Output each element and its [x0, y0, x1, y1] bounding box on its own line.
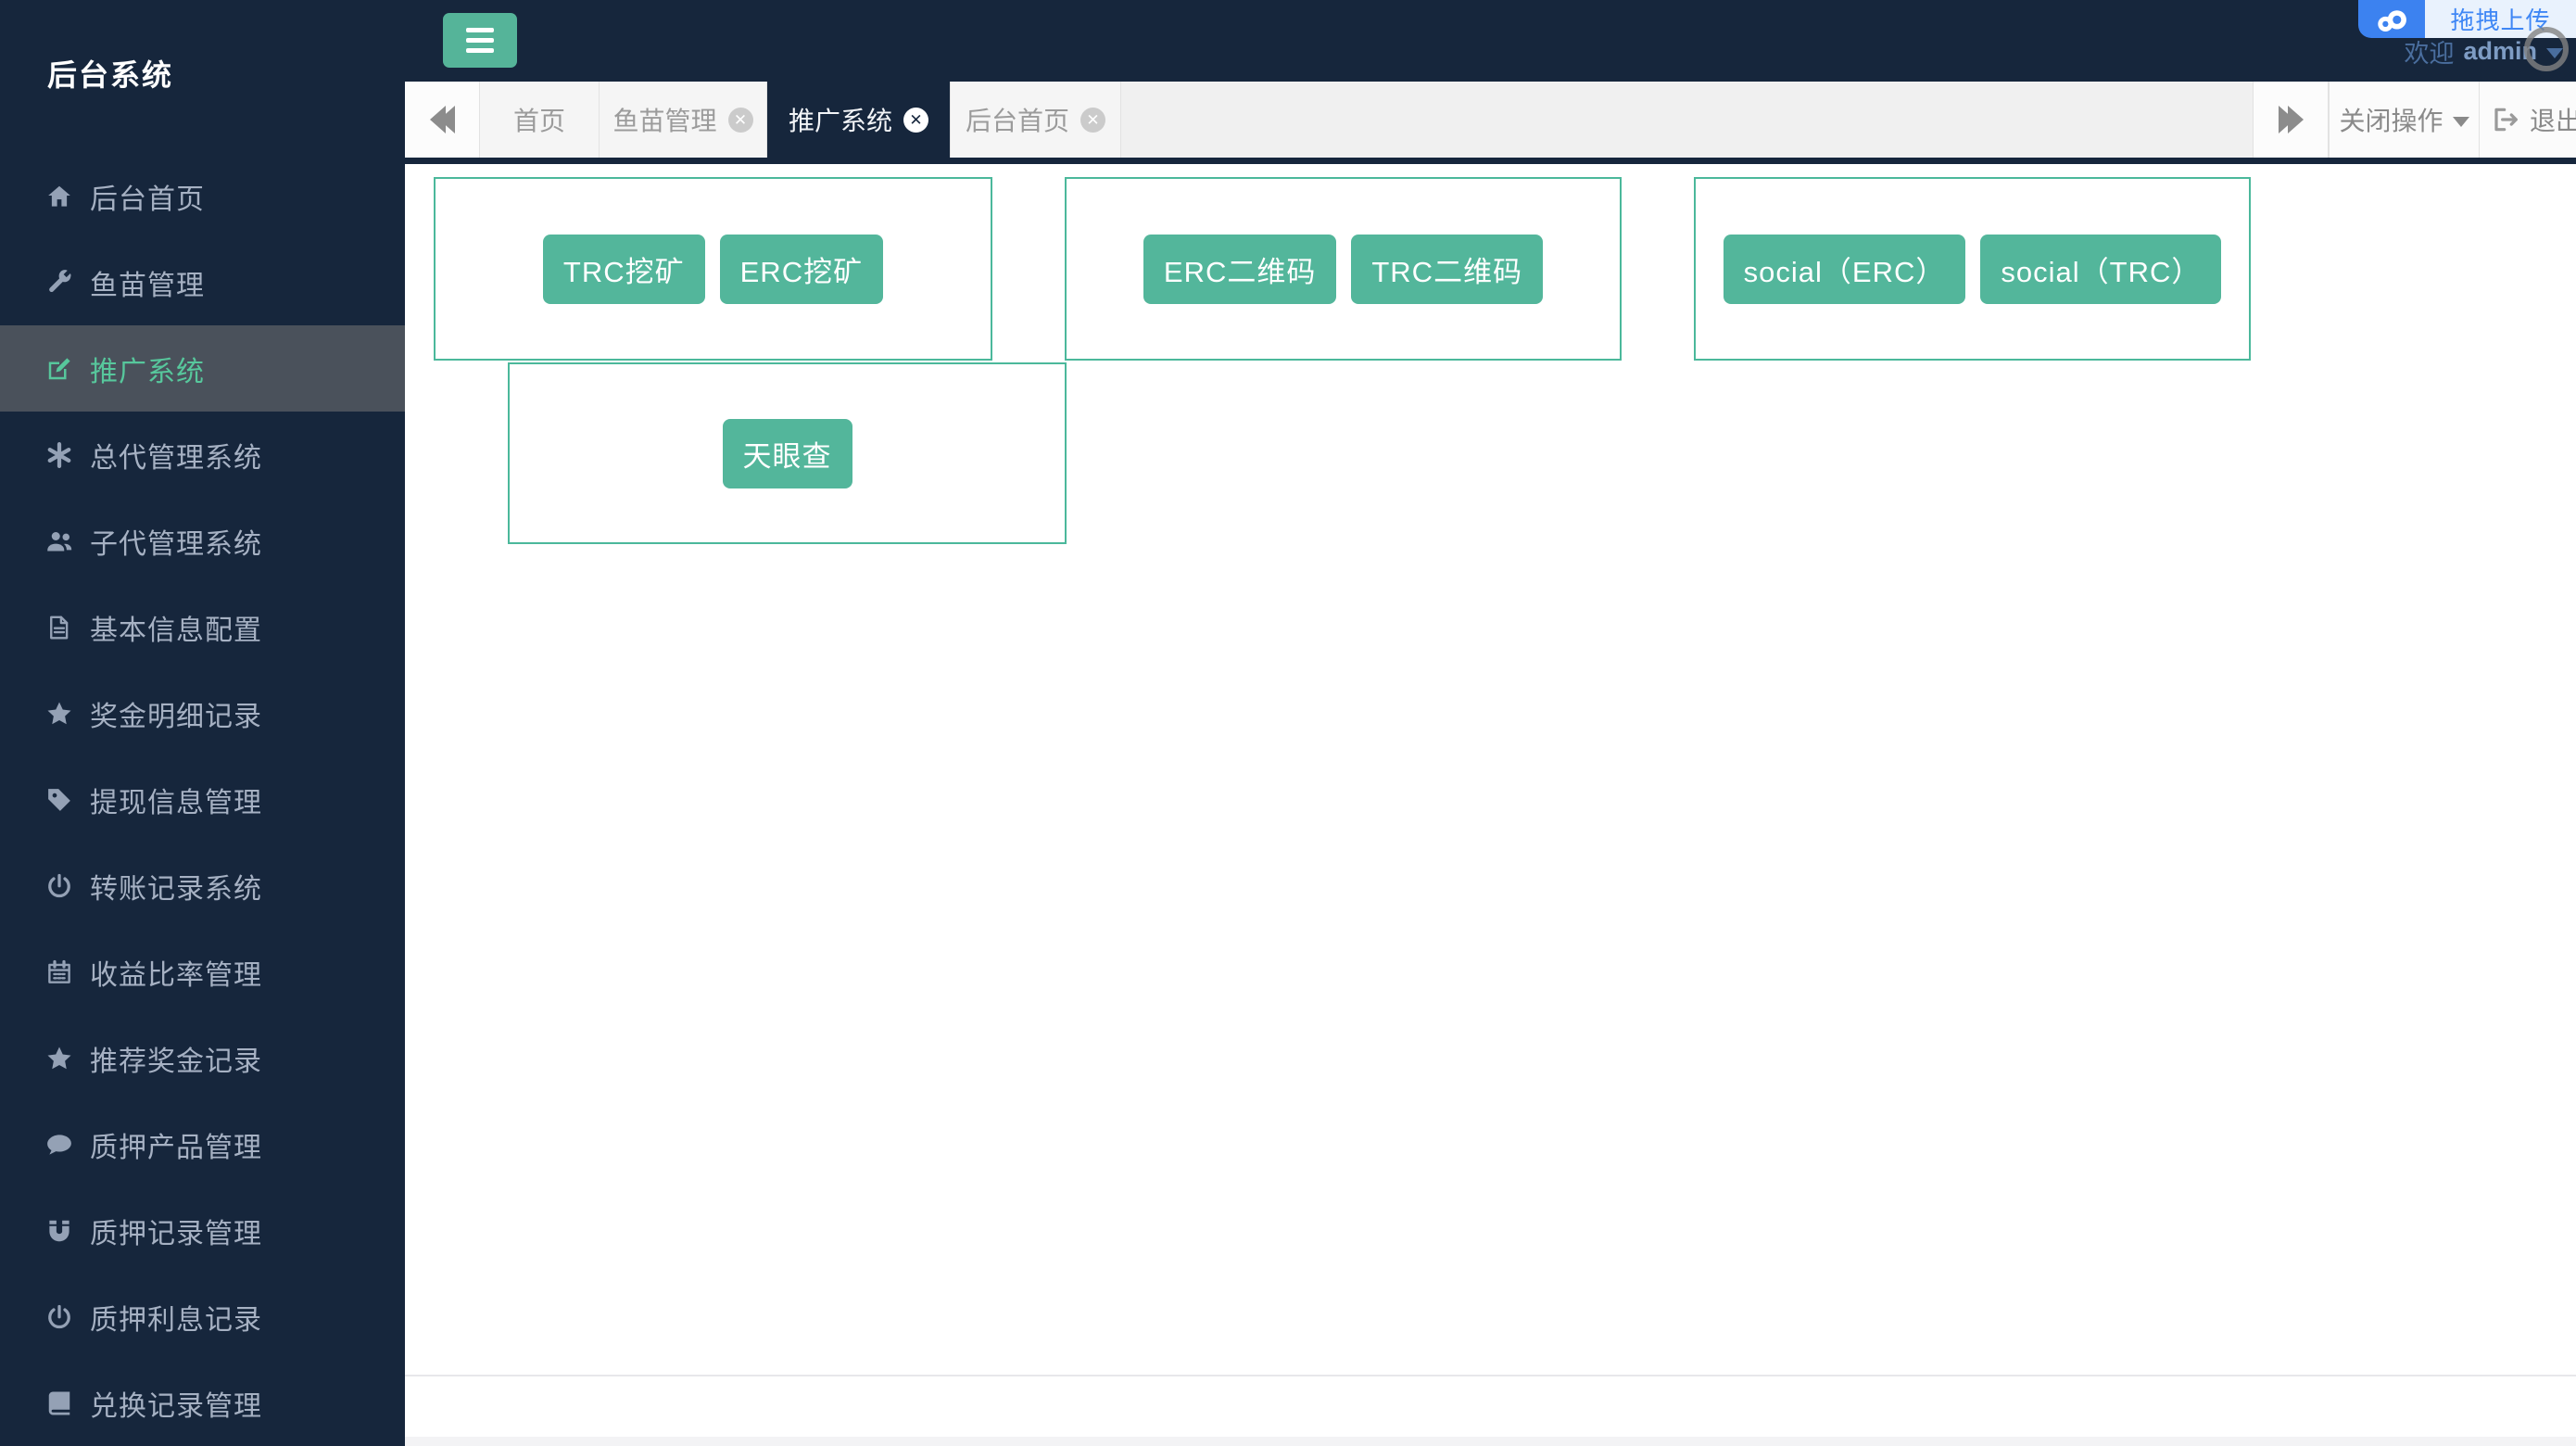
- sidebar-item-pledge-interest[interactable]: 质押利息记录: [0, 1274, 405, 1360]
- tab-backend-home[interactable]: 后台首页 ✕: [951, 82, 1121, 158]
- mining-group-box: TRC挖矿 ERC挖矿: [434, 177, 992, 361]
- bottom-strip: [405, 1437, 2576, 1446]
- book-icon: [45, 1389, 73, 1417]
- sidebar-item-label: 子代管理系统: [90, 528, 262, 560]
- edit-icon: [45, 355, 73, 383]
- sidebar-item-label: 鱼苗管理: [90, 270, 205, 301]
- sidebar-item-label: 兑换记录管理: [90, 1390, 262, 1422]
- sidebar-item-sub-agent-system[interactable]: 子代管理系统: [0, 498, 405, 584]
- qrcode-group-box: ERC二维码 TRC二维码: [1065, 177, 1622, 361]
- button-social-erc[interactable]: social（ERC）: [1723, 234, 1966, 304]
- sidebar-item-withdrawal-info[interactable]: 提现信息管理: [0, 756, 405, 843]
- star-icon: [45, 700, 73, 728]
- baidu-cloud-icon[interactable]: [2358, 0, 2425, 38]
- tab-home[interactable]: 首页: [480, 82, 600, 158]
- logout-label: 退出: [2530, 107, 2576, 135]
- sign-out-icon: [2491, 105, 2520, 134]
- sidebar-item-basic-info-config[interactable]: 基本信息配置: [0, 584, 405, 670]
- sidebar-item-transfer-records[interactable]: 转账记录系统: [0, 843, 405, 929]
- sidebar-item-label: 质押产品管理: [90, 1132, 262, 1163]
- content-area: TRC挖矿 ERC挖矿 ERC二维码 TRC二维码 social（ERC） so…: [405, 164, 2576, 1446]
- close-tab-icon[interactable]: ✕: [1080, 107, 1105, 133]
- close-tab-icon[interactable]: ✕: [727, 107, 753, 133]
- close-tab-icon[interactable]: ✕: [903, 107, 928, 133]
- sidebar-item-pledge-records[interactable]: 质押记录管理: [0, 1187, 405, 1274]
- home-icon: [45, 183, 73, 210]
- tab-label: 首页: [512, 107, 565, 135]
- magnet-icon: [45, 1217, 73, 1245]
- sidebar-item-label: 转账记录系统: [90, 873, 262, 905]
- sidebar-item-label: 总代管理系统: [90, 442, 262, 474]
- sidebar-item-label: 推荐奖金记录: [90, 1046, 262, 1077]
- sidebar-item-label: 提现信息管理: [90, 787, 262, 818]
- power-icon: [45, 1303, 73, 1331]
- button-erc-qrcode[interactable]: ERC二维码: [1143, 234, 1337, 304]
- button-erc-mining[interactable]: ERC挖矿: [719, 234, 884, 304]
- tab-promotion-system[interactable]: 推广系统 ✕: [767, 82, 951, 158]
- tianyancha-group-box: 天眼查: [508, 362, 1067, 544]
- sidebar-item-referral-bonus[interactable]: 推荐奖金记录: [0, 1015, 405, 1101]
- tab-label: 推广系统: [788, 107, 892, 135]
- tag-icon: [45, 786, 73, 814]
- sidebar-item-label: 后台首页: [90, 184, 205, 215]
- sidebar-item-label: 推广系统: [90, 356, 205, 387]
- chevron-down-icon: [2452, 116, 2469, 127]
- sidebar-item-fish-management[interactable]: 鱼苗管理: [0, 239, 405, 325]
- sidebar-item-label: 收益比率管理: [90, 959, 262, 991]
- sidebar-item-label: 质押记录管理: [90, 1218, 262, 1249]
- sidebar-item-pledge-products[interactable]: 质押产品管理: [0, 1101, 405, 1187]
- users-icon: [45, 527, 73, 555]
- tabs-scroll-left-button[interactable]: [405, 82, 480, 158]
- logout-button[interactable]: 退出: [2479, 82, 2576, 158]
- asterisk-icon: [45, 441, 73, 469]
- sidebar-item-bonus-detail-records[interactable]: 奖金明细记录: [0, 670, 405, 756]
- button-trc-qrcode[interactable]: TRC二维码: [1351, 234, 1544, 304]
- tab-bar: 首页 鱼苗管理 ✕ 推广系统 ✕ 后台首页 ✕ 关闭操作 退出: [405, 82, 2576, 164]
- sidebar-item-exchange-records[interactable]: 兑换记录管理: [0, 1360, 405, 1446]
- social-group-box: social（ERC） social（TRC）: [1694, 177, 2251, 361]
- hamburger-icon: [466, 28, 494, 32]
- tabbar-filler: [1121, 82, 2253, 158]
- button-social-trc[interactable]: social（TRC）: [1980, 234, 2222, 304]
- sidebar-item-promotion-system[interactable]: 推广系统: [0, 325, 405, 412]
- hamburger-menu-button[interactable]: [443, 13, 517, 68]
- close-actions-dropdown[interactable]: 关闭操作: [2329, 82, 2479, 158]
- calendar-icon: [45, 958, 73, 986]
- sidebar-item-label: 奖金明细记录: [90, 701, 262, 732]
- sidebar-item-label: 质押利息记录: [90, 1304, 262, 1336]
- star-icon: [45, 1045, 73, 1072]
- file-icon: [45, 614, 73, 641]
- tab-label: 鱼苗管理: [612, 107, 717, 135]
- tab-label: 后台首页: [965, 107, 1069, 135]
- sidebar-item-label: 基本信息配置: [90, 615, 262, 646]
- power-icon: [45, 872, 73, 900]
- sidebar-item-general-agent-system[interactable]: 总代管理系统: [0, 412, 405, 498]
- sidebar: 后台系统 后台首页 鱼苗管理 推广系统 总代管理系统 子代管理系统 基本信息配置: [0, 0, 405, 1446]
- button-tianyancha[interactable]: 天眼查: [722, 418, 852, 488]
- sidebar-item-income-ratio[interactable]: 收益比率管理: [0, 929, 405, 1015]
- welcome-prefix: 欢迎: [2404, 40, 2455, 68]
- ring-icon: [2524, 27, 2569, 71]
- button-trc-mining[interactable]: TRC挖矿: [542, 234, 705, 304]
- close-actions-label: 关闭操作: [2339, 107, 2443, 135]
- top-header: 欢迎 admin: [405, 0, 2576, 82]
- wrench-icon: [45, 269, 73, 297]
- tab-fish-management[interactable]: 鱼苗管理 ✕: [600, 82, 767, 158]
- sidebar-nav: 后台首页 鱼苗管理 推广系统 总代管理系统 子代管理系统 基本信息配置 奖金明细…: [0, 153, 405, 1446]
- content-divider: [405, 1375, 2576, 1376]
- tabs-scroll-right-button[interactable]: [2253, 82, 2329, 158]
- sidebar-item-backend-home[interactable]: 后台首页: [0, 153, 405, 239]
- comment-icon: [45, 1131, 73, 1159]
- app-title: 后台系统: [47, 58, 174, 92]
